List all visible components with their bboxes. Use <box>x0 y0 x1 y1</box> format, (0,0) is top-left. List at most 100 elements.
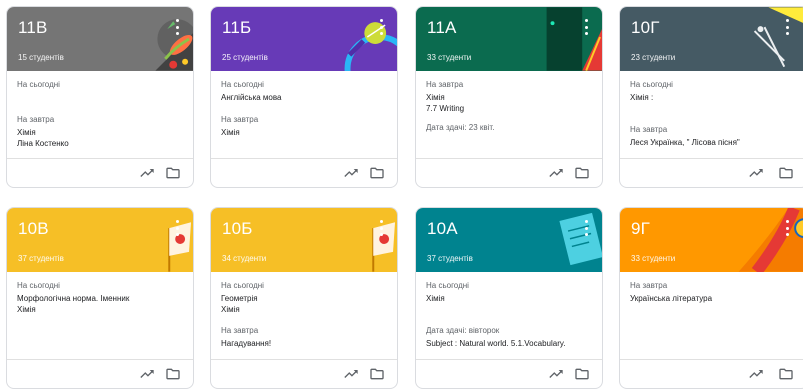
more-vert-icon[interactable] <box>174 19 180 35</box>
class-title[interactable]: 11Б <box>222 18 251 38</box>
tomorrow-label: На завтра <box>221 115 259 124</box>
card-body: На сьогодні Хімія Дата здачі: вівторок S… <box>416 272 602 361</box>
assignment-item[interactable]: Хімія : <box>630 92 673 103</box>
class-title[interactable]: 10Г <box>631 18 660 38</box>
trending-up-icon[interactable] <box>748 165 764 181</box>
student-count: 25 студентів <box>222 53 268 62</box>
class-card-10a[interactable]: 10А 37 студентів На сьогодні Хімія Дата … <box>415 207 603 389</box>
more-vert-icon[interactable] <box>583 19 589 35</box>
card-body: На сьогодні Англійська мова На завтра Хі… <box>211 71 397 160</box>
card-header[interactable]: 11Б 25 студентів <box>211 7 397 71</box>
folder-icon[interactable] <box>165 366 181 382</box>
card-footer <box>416 359 602 388</box>
folder-icon[interactable] <box>778 165 794 181</box>
today-label: На сьогодні <box>221 281 264 290</box>
class-title[interactable]: 10В <box>18 219 49 239</box>
card-header[interactable]: 9Г 33 студенти <box>620 208 803 272</box>
assignment-item[interactable]: Хімія <box>221 304 264 315</box>
assignment-item[interactable]: Хімія <box>17 127 69 138</box>
card-header[interactable]: 11В 15 студентів <box>7 7 193 71</box>
trending-up-icon[interactable] <box>139 165 155 181</box>
folder-icon[interactable] <box>778 366 794 382</box>
assignment-item[interactable]: Хімія <box>426 293 469 304</box>
card-body: На завтра Українська література <box>620 272 803 361</box>
card-footer <box>7 359 193 388</box>
card-header[interactable]: 10А 37 студентів <box>416 208 602 272</box>
card-header[interactable]: 10Б 34 студенти <box>211 208 397 272</box>
student-count: 34 студенти <box>222 254 267 263</box>
more-vert-icon[interactable] <box>174 220 180 236</box>
card-header[interactable]: 10Г 23 студенти <box>620 7 803 71</box>
more-vert-icon[interactable] <box>583 220 589 236</box>
more-vert-icon[interactable] <box>784 220 790 236</box>
class-title[interactable]: 9Г <box>631 219 650 239</box>
assignment-item[interactable]: Хімія <box>221 127 258 138</box>
trending-up-icon[interactable] <box>548 366 564 382</box>
class-card-10v[interactable]: 10В 37 студентів На сьогодні Морфологічн… <box>6 207 194 389</box>
student-count: 37 студентів <box>18 254 64 263</box>
trending-up-icon[interactable] <box>343 366 359 382</box>
today-label: На сьогодні <box>221 80 264 89</box>
class-title[interactable]: 11В <box>18 18 48 38</box>
student-count: 23 студенти <box>631 53 676 62</box>
class-card-10g[interactable]: 10Г 23 студенти На сьогодні Хімія : На з… <box>619 6 803 188</box>
card-body: На сьогодні На завтра Хімія Ліна Костенк… <box>7 71 193 160</box>
trending-up-icon[interactable] <box>548 165 564 181</box>
class-title[interactable]: 10А <box>427 219 458 239</box>
student-count: 15 студентів <box>18 53 64 62</box>
folder-icon[interactable] <box>165 165 181 181</box>
tomorrow-label: На завтра <box>17 115 55 124</box>
assignment-item[interactable]: Англійська мова <box>221 92 281 103</box>
assignment-item[interactable]: Хімія <box>17 304 129 315</box>
card-footer <box>7 158 193 187</box>
more-vert-icon[interactable] <box>378 220 384 236</box>
tomorrow-label: На завтра <box>221 326 259 335</box>
assignment-item[interactable]: Ліна Костенко <box>17 138 69 149</box>
card-body: На сьогодні Морфологічна норма. Іменник … <box>7 272 193 361</box>
assignment-item[interactable]: 7.7 Writing <box>426 103 464 114</box>
class-title[interactable]: 10Б <box>222 219 253 239</box>
more-vert-icon[interactable] <box>784 19 790 35</box>
today-label: На сьогодні <box>426 281 469 290</box>
student-count: 33 студенти <box>427 53 472 62</box>
today-label: На сьогодні <box>17 281 60 290</box>
more-vert-icon[interactable] <box>378 19 384 35</box>
trending-up-icon[interactable] <box>748 366 764 382</box>
tomorrow-label: На завтра <box>630 125 668 134</box>
assignment-item[interactable]: Леся Українка, " Лісова пісня" <box>630 137 740 148</box>
card-footer <box>620 158 803 187</box>
folder-icon[interactable] <box>574 366 590 382</box>
card-header[interactable]: 11А 33 студенти <box>416 7 602 71</box>
assignment-item[interactable]: Морфологічна норма. Іменник <box>17 293 129 304</box>
card-footer <box>211 158 397 187</box>
card-body: На сьогодні Геометрія Хімія На завтра На… <box>211 272 397 361</box>
card-body: На сьогодні Хімія : На завтра Леся Украї… <box>620 71 803 160</box>
folder-icon[interactable] <box>369 366 385 382</box>
folder-icon[interactable] <box>574 165 590 181</box>
class-card-11b[interactable]: 11Б 25 студентів На сьогодні Англійська … <box>210 6 398 188</box>
student-count: 37 студентів <box>427 254 473 263</box>
trending-up-icon[interactable] <box>343 165 359 181</box>
class-card-11a[interactable]: 11А 33 студенти На завтра Хімія 7.7 Writ… <box>415 6 603 188</box>
folder-icon[interactable] <box>369 165 385 181</box>
assignment-item[interactable]: Українська література <box>630 293 712 304</box>
due-date-label: Дата здачі: 23 квіт. <box>426 123 495 132</box>
due-date-label: Дата здачі: вівторок <box>426 326 500 335</box>
card-header[interactable]: 10В 37 студентів <box>7 208 193 272</box>
tomorrow-label: На завтра <box>426 80 464 89</box>
class-title[interactable]: 11А <box>427 18 457 38</box>
card-body: На завтра Хімія 7.7 Writing Дата здачі: … <box>416 71 602 160</box>
class-card-10b[interactable]: 10Б 34 студенти На сьогодні Геометрія Хі… <box>210 207 398 389</box>
class-card-9g[interactable]: 9Г 33 студенти На завтра Українська літе… <box>619 207 803 389</box>
assignment-item[interactable]: Хімія <box>426 92 464 103</box>
today-label: На сьогодні <box>17 80 60 89</box>
trending-up-icon[interactable] <box>139 366 155 382</box>
card-footer <box>620 359 803 388</box>
assignment-item[interactable]: Subject : Natural world. 5.1.Vocabulary. <box>426 338 565 349</box>
card-footer <box>416 158 602 187</box>
assignment-item[interactable]: Нагадування! <box>221 338 271 349</box>
card-footer <box>211 359 397 388</box>
class-card-11v[interactable]: 11В 15 студентів На сьогодні На завтра Х… <box>6 6 194 188</box>
today-label: На сьогодні <box>630 80 673 89</box>
assignment-item[interactable]: Геометрія <box>221 293 264 304</box>
